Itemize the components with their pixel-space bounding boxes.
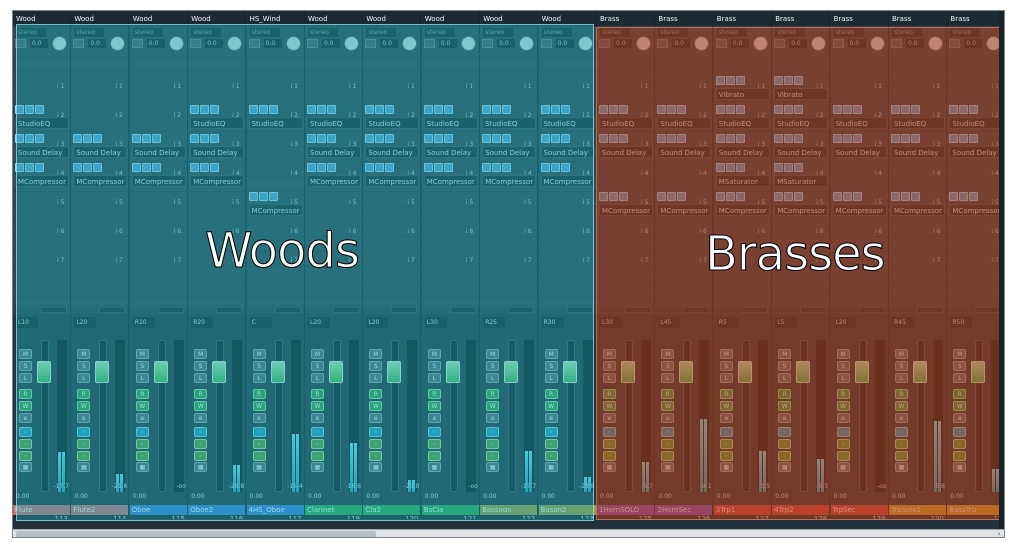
channel-bus-name: Brass [830, 11, 888, 26]
scroll-right-icon[interactable]: › [994, 530, 1004, 537]
channel-bus-name: Brass [655, 11, 713, 26]
channel-bus-name: Brass [772, 11, 830, 26]
channel-bus-name: Brass [947, 11, 1004, 26]
brasses-group-overlay: Brasses [596, 27, 1003, 520]
mixer-window: Wood stereo 0.0 i 1i 2i 3i 4i 5i 6i 7 Studio… [12, 10, 1005, 538]
channel-bus-name: Brass [713, 11, 771, 26]
woods-label: Woods [205, 223, 361, 280]
woods-group-overlay: Woods [16, 24, 594, 521]
channel-bus-name: Brass [889, 11, 946, 26]
right-edge [999, 11, 1004, 529]
horizontal-scrollbar[interactable]: › [13, 529, 1004, 537]
brasses-label: Brasses [705, 226, 887, 283]
scroll-thumb[interactable] [16, 531, 376, 537]
channel-bus-name: Brass [597, 11, 654, 26]
